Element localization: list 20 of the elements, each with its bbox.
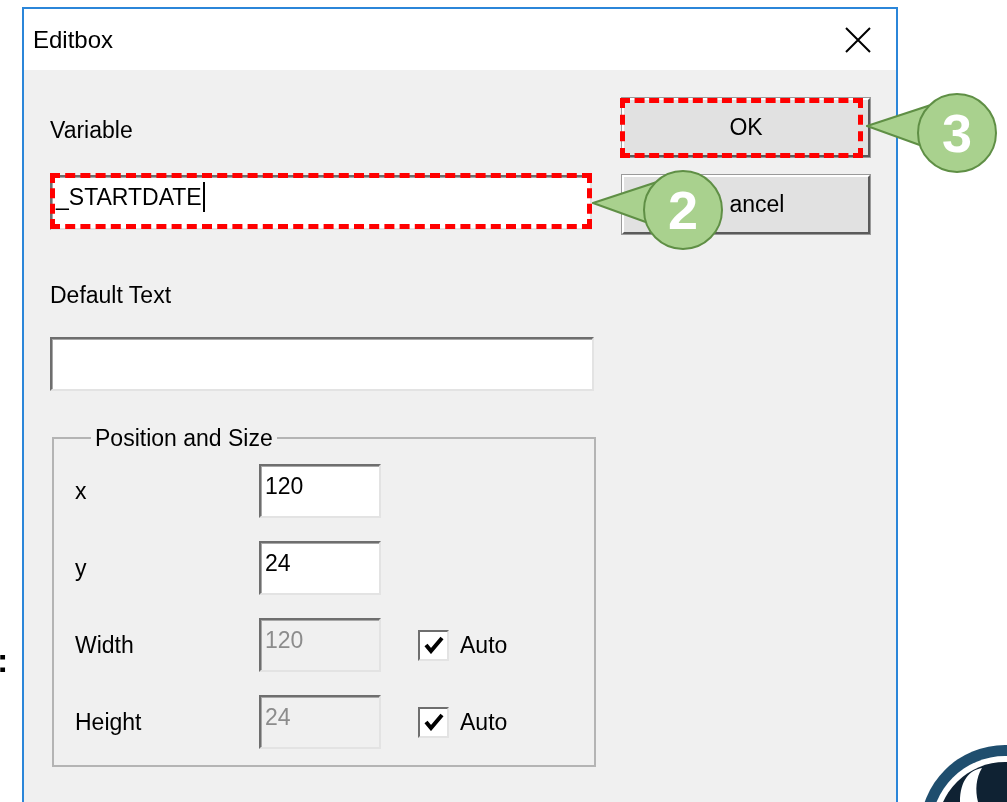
checkbox-label: Auto <box>460 708 508 736</box>
field-label: Default Text <box>50 281 173 309</box>
field-label: x <box>75 477 88 505</box>
field-label: y <box>75 554 88 582</box>
field-label: Variable <box>50 116 134 144</box>
field-label: Width <box>75 631 135 659</box>
callout-tooltip: 3 <box>866 92 998 174</box>
checkmark-icon <box>423 636 444 654</box>
window-title: Editbox <box>33 25 114 54</box>
checkmark-icon <box>423 713 444 731</box>
callout-tooltip: 2 <box>592 169 724 251</box>
close-icon[interactable] <box>845 26 871 53</box>
group-title: Position and Size <box>94 424 274 452</box>
field-label: Height <box>75 708 143 736</box>
checkbox-label: Auto <box>460 631 508 659</box>
text-field[interactable]: _STARTDATE <box>50 175 592 230</box>
text-field[interactable]: 24 <box>259 541 381 595</box>
edge-text: : <box>0 640 9 680</box>
text-field[interactable]: 120 <box>259 464 381 518</box>
text-field[interactable] <box>50 337 594 391</box>
